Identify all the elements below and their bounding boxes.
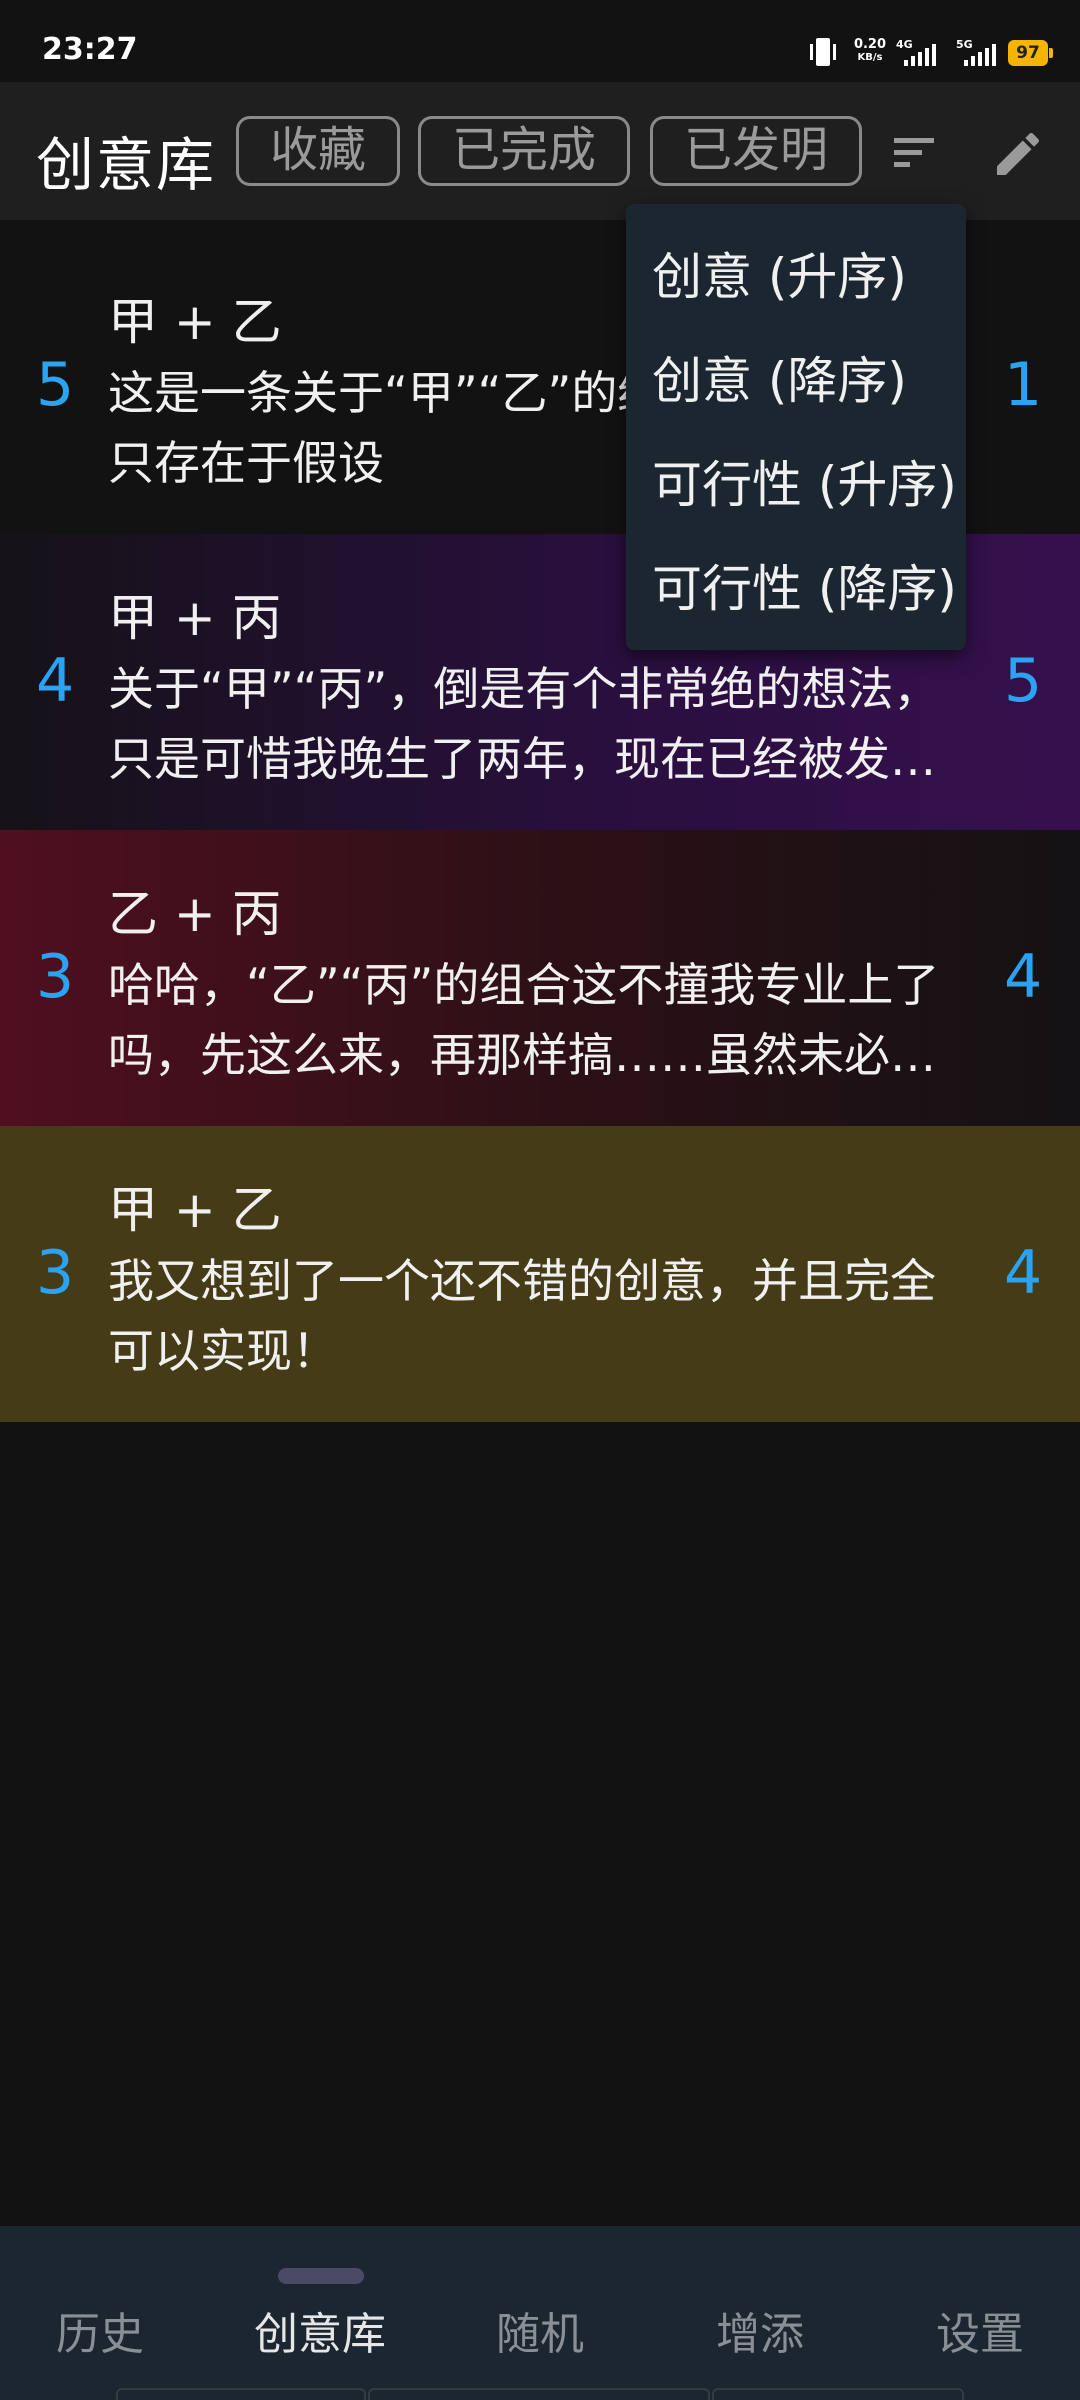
creativity-score: 5 bbox=[36, 350, 75, 420]
app-bar: 创意库 收藏 已完成 已发明 bbox=[0, 82, 1080, 220]
creativity-score: 3 bbox=[36, 1238, 75, 1308]
feasibility-score: 4 bbox=[1004, 1238, 1043, 1308]
gesture-bar bbox=[116, 2388, 366, 2400]
idea-title: 甲 + 乙 bbox=[108, 1181, 282, 1239]
idea-title: 乙 + 丙 bbox=[108, 885, 282, 943]
active-tab-indicator bbox=[278, 2268, 364, 2284]
net-speed-value: 0.20 bbox=[853, 37, 887, 52]
filter-chip-favorite[interactable]: 收藏 bbox=[236, 116, 400, 186]
sort-menu: 创意 (升序) 创意 (降序) 可行性 (升序) 可行性 (降序) bbox=[626, 204, 966, 650]
nav-random[interactable]: 随机 bbox=[432, 2298, 648, 2362]
signal-4g-label: 4G bbox=[896, 38, 913, 51]
sort-option-feasibility-desc[interactable]: 可行性 (降序) bbox=[652, 544, 957, 634]
bottom-nav: 历史 创意库 随机 增添 设置 bbox=[0, 2226, 1080, 2400]
signal-5g-icon: 5G bbox=[956, 38, 996, 66]
sort-option-feasibility-asc[interactable]: 可行性 (升序) bbox=[652, 440, 957, 530]
sort-icon[interactable] bbox=[890, 128, 940, 176]
idea-text: 关于“甲”“丙”，倒是有个非常绝的想法，只是可惜我晚生了两年，现在已经被发… bbox=[108, 662, 940, 786]
vibrate-icon bbox=[810, 38, 836, 66]
filter-chip-invented[interactable]: 已发明 bbox=[650, 116, 862, 186]
idea-title: 甲 + 乙 bbox=[108, 293, 282, 351]
creativity-score: 4 bbox=[36, 646, 75, 716]
list-item[interactable]: 3 乙 + 丙 哈哈，“乙”“丙”的组合这不撞我专业上了吗，先这么来，再那样搞…… bbox=[0, 830, 1080, 1126]
sort-option-idea-desc[interactable]: 创意 (降序) bbox=[652, 336, 952, 426]
feasibility-score: 4 bbox=[1004, 942, 1043, 1012]
page-title: 创意库 bbox=[36, 131, 217, 199]
nav-add[interactable]: 增添 bbox=[652, 2298, 868, 2362]
signal-5g-label: 5G bbox=[956, 38, 973, 51]
list-item[interactable]: 3 甲 + 乙 我又想到了一个还不错的创意，并且完全可以实现！ 4 bbox=[0, 1126, 1080, 1422]
nav-idea-library[interactable]: 创意库 bbox=[212, 2298, 428, 2362]
net-speed: 0.20 KB/s bbox=[852, 38, 888, 64]
signal-4g-icon: 4G bbox=[896, 38, 936, 66]
gesture-bar bbox=[368, 2388, 710, 2400]
idea-text: 我又想到了一个还不错的创意，并且完全可以实现！ bbox=[108, 1254, 936, 1378]
pencil-icon[interactable] bbox=[990, 126, 1046, 182]
filter-chip-completed[interactable]: 已完成 bbox=[418, 116, 630, 186]
battery-indicator: 97 bbox=[1008, 40, 1053, 66]
nav-history[interactable]: 历史 bbox=[0, 2298, 208, 2362]
nav-settings[interactable]: 设置 bbox=[872, 2298, 1080, 2362]
status-time: 23:27 bbox=[42, 32, 138, 67]
status-bar: 23:27 0.20 KB/s 4G 5G 97 bbox=[0, 0, 1080, 82]
feasibility-score: 5 bbox=[1004, 646, 1043, 716]
creativity-score: 3 bbox=[36, 942, 75, 1012]
gesture-bar bbox=[712, 2388, 964, 2400]
idea-title: 甲 + 丙 bbox=[108, 589, 282, 647]
feasibility-score: 1 bbox=[1004, 350, 1043, 420]
net-speed-unit: KB/s bbox=[857, 52, 883, 63]
sort-option-idea-asc[interactable]: 创意 (升序) bbox=[652, 232, 952, 322]
idea-text: 哈哈，“乙”“丙”的组合这不撞我专业上了吗，先这么来，再那样搞……虽然未必… bbox=[108, 958, 940, 1082]
